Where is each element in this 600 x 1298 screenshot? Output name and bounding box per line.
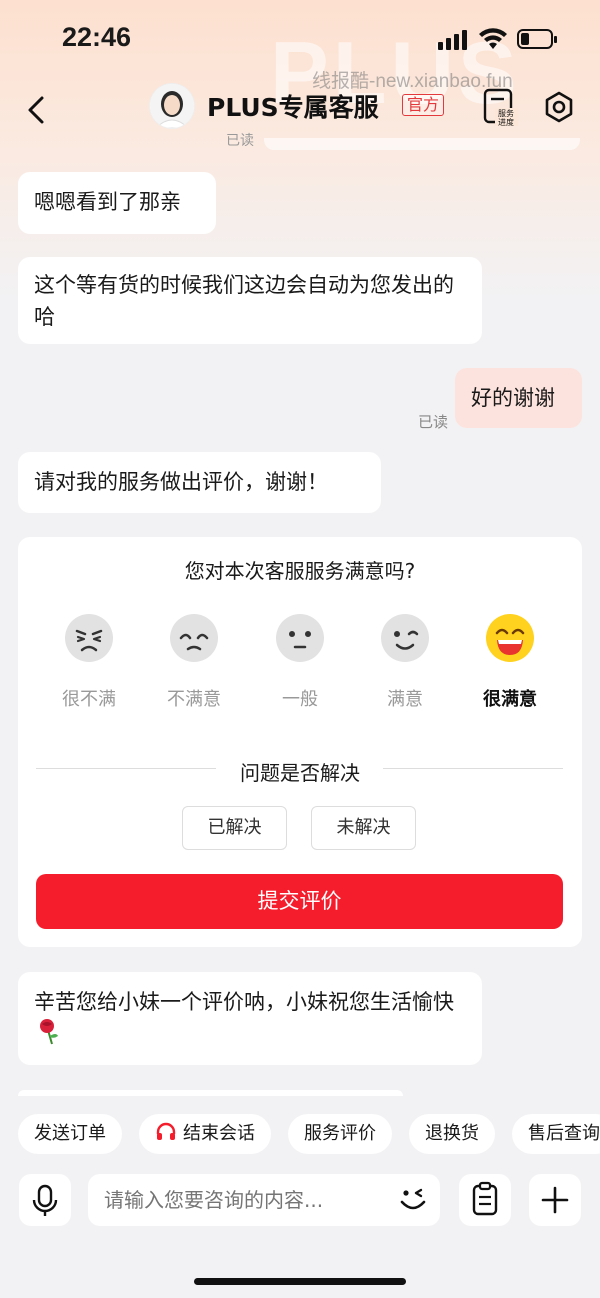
previous-message-edge <box>264 138 580 150</box>
rating-card: 您对本次客服服务满意吗? 很不满 不满意 一般 满意 很满意 问题是否解决 已解… <box>18 537 582 947</box>
unresolved-button[interactable]: 未解决 <box>311 806 416 850</box>
return-exchange-chip[interactable]: 退换货 <box>409 1114 495 1154</box>
rating-option-label[interactable]: 满意 <box>365 685 445 711</box>
dissatisfied-face-icon[interactable] <box>169 613 219 663</box>
headset-icon <box>156 1122 176 1140</box>
agent-message: 请对我的服务做出评价，谢谢！ <box>18 452 381 513</box>
neutral-face-icon[interactable] <box>275 613 325 663</box>
rating-option-label[interactable]: 不满意 <box>154 685 234 711</box>
home-indicator[interactable] <box>194 1278 406 1285</box>
very-dissatisfied-face-icon[interactable] <box>64 613 114 663</box>
agent-message: 嗯嗯看到了那亲 <box>18 172 216 234</box>
emoji-icon[interactable] <box>395 1182 431 1218</box>
more-button[interactable] <box>529 1174 581 1226</box>
user-message: 好的谢谢 <box>455 368 582 428</box>
very-satisfied-face-icon[interactable] <box>485 613 535 663</box>
agent-avatar[interactable] <box>150 84 194 128</box>
read-status-partial: 已读 <box>226 133 254 146</box>
service-rating-chip[interactable]: 服务评价 <box>288 1114 392 1154</box>
clipboard-icon <box>472 1181 498 1216</box>
submit-rating-button[interactable]: 提交评价 <box>36 874 563 929</box>
resolve-question: 问题是否解决 <box>240 761 360 785</box>
rating-option-label-selected[interactable]: 很满意 <box>470 685 550 711</box>
send-order-chip[interactable]: 发送订单 <box>18 1114 122 1154</box>
official-badge: 官方 <box>402 94 445 116</box>
wifi-icon <box>479 28 507 49</box>
satisfied-face-icon[interactable] <box>380 613 430 663</box>
service-progress-icon[interactable]: 服务 进度 <box>482 88 518 126</box>
end-session-label: 结束会话 <box>183 1123 255 1144</box>
after-sales-chip[interactable]: 售后查询 <box>512 1114 600 1154</box>
microphone-icon <box>32 1184 58 1216</box>
agent-message: 这个等有货的时候我们这边会自动为您发出的哈 <box>18 257 482 344</box>
read-status: 已读 <box>418 413 449 431</box>
agent-message: 辛苦您给小妹一个评价呐，小妹祝您生活愉快 <box>18 972 482 1065</box>
agent-message-text: 辛苦您给小妹一个评价呐，小妹祝您生活愉快 <box>34 990 454 1014</box>
message-input[interactable] <box>88 1174 440 1226</box>
status-time: 22:46 <box>62 22 132 52</box>
chat-header: PLUS专属客服 官方 服务 进度 <box>0 80 600 140</box>
rating-option-label[interactable]: 一般 <box>260 685 340 711</box>
voice-button[interactable] <box>19 1174 71 1226</box>
svg-text:服务: 服务 <box>498 108 514 118</box>
plus-icon <box>541 1186 569 1214</box>
rating-question: 您对本次客服服务满意吗? <box>184 559 416 583</box>
rating-option-label[interactable]: 很不满 <box>49 685 129 711</box>
battery-level <box>521 33 529 45</box>
chat-input-row <box>0 1174 600 1228</box>
resolved-button[interactable]: 已解决 <box>182 806 287 850</box>
rose-icon <box>40 1019 58 1045</box>
page-title: PLUS专属客服 <box>207 93 379 122</box>
chevron-left-icon[interactable] <box>22 90 52 130</box>
end-session-chip[interactable]: 结束会话 <box>139 1114 271 1154</box>
svg-text:进度: 进度 <box>498 117 514 126</box>
signal-icon <box>438 30 470 50</box>
clipboard-button[interactable] <box>459 1174 511 1226</box>
battery-icon <box>517 29 557 49</box>
settings-icon[interactable] <box>543 91 575 123</box>
